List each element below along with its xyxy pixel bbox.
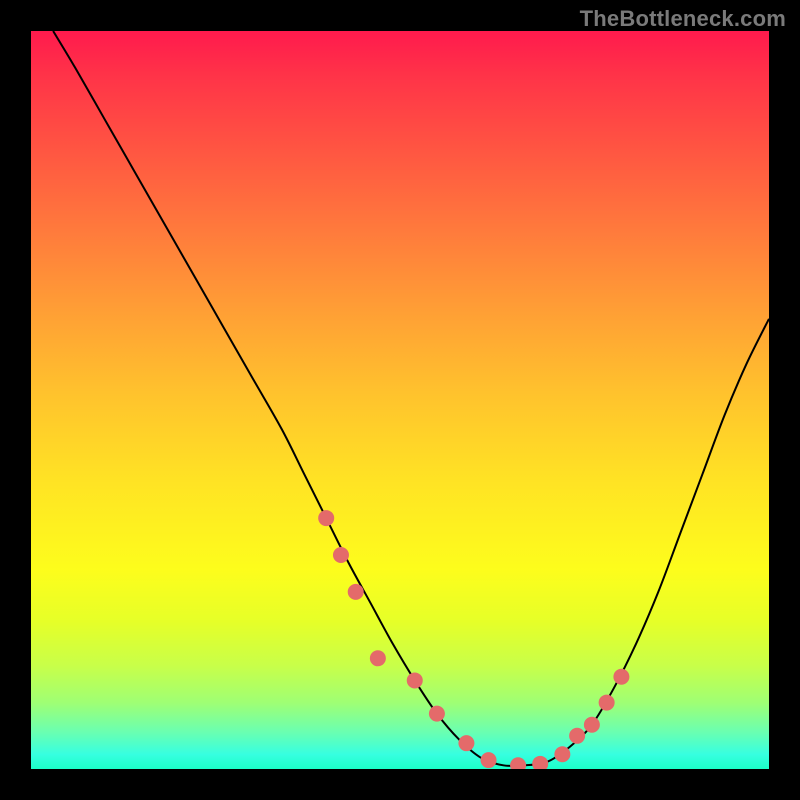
marker-group [318,510,629,769]
marker-point [532,756,548,769]
marker-point [348,584,364,600]
marker-point [458,735,474,751]
marker-point [429,706,445,722]
marker-point [584,717,600,733]
plot-area [31,31,769,769]
marker-point [510,757,526,769]
chart-frame: TheBottleneck.com [0,0,800,800]
marker-point [613,669,629,685]
attribution-text: TheBottleneck.com [580,6,786,32]
bottleneck-curve [53,31,769,766]
marker-point [318,510,334,526]
chart-svg [31,31,769,769]
marker-point [333,547,349,563]
marker-point [370,650,386,666]
marker-point [407,672,423,688]
marker-point [554,746,570,762]
marker-point [481,752,497,768]
marker-point [599,695,615,711]
marker-point [569,728,585,744]
